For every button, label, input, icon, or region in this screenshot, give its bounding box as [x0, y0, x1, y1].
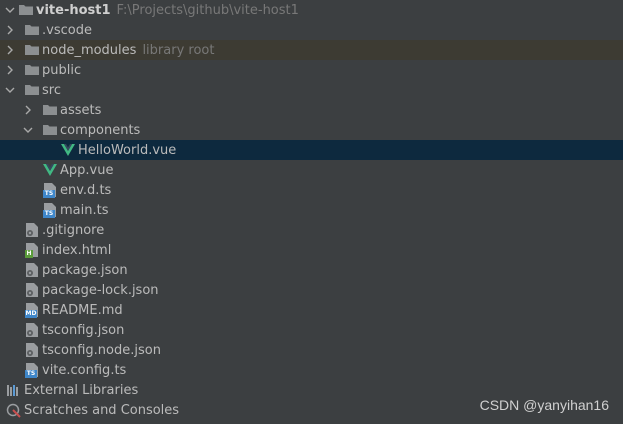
tree-row-vscode[interactable]: .vscode	[0, 20, 623, 40]
folder-icon	[24, 62, 40, 78]
tree-row-app-vue[interactable]: App.vue	[0, 160, 623, 180]
config-file-icon	[24, 282, 40, 298]
folder-label: .vscode	[42, 22, 92, 38]
library-root-hint: library root	[142, 42, 215, 58]
tree-row-gitignore[interactable]: .gitignore	[0, 220, 623, 240]
tree-row-assets[interactable]: assets	[0, 100, 623, 120]
typescript-file-icon: TS	[24, 362, 40, 378]
config-file-icon	[24, 262, 40, 278]
tree-row-main-ts[interactable]: TS main.ts	[0, 200, 623, 220]
folder-icon	[24, 82, 40, 98]
tree-row-helloworld-vue[interactable]: HelloWorld.vue	[0, 140, 623, 160]
file-label: main.ts	[60, 202, 109, 218]
file-label: .gitignore	[42, 222, 105, 238]
scratches-icon	[6, 402, 22, 418]
file-label: tsconfig.node.json	[42, 342, 161, 358]
library-icon	[6, 382, 22, 398]
folder-label: src	[42, 82, 61, 98]
file-label: package-lock.json	[42, 282, 159, 298]
external-libraries-label: External Libraries	[24, 382, 139, 398]
tree-row-package-lock-json[interactable]: package-lock.json	[0, 280, 623, 300]
tree-row-vite-config-ts[interactable]: TS vite.config.ts	[0, 360, 623, 380]
file-label: README.md	[42, 302, 123, 318]
folder-icon	[18, 2, 34, 18]
project-path: F:\Projects\github\vite-host1	[116, 2, 299, 18]
config-file-icon	[24, 222, 40, 238]
file-label: tsconfig.json	[42, 322, 125, 338]
folder-icon	[42, 122, 58, 138]
chevron-down-icon[interactable]	[2, 80, 18, 100]
tree-row-env-d-ts[interactable]: TS env.d.ts	[0, 180, 623, 200]
folder-label: components	[60, 122, 141, 138]
tree-row-index-html[interactable]: H index.html	[0, 240, 623, 260]
chevron-right-icon[interactable]	[2, 60, 18, 80]
tree-row-tsconfig-node-json[interactable]: tsconfig.node.json	[0, 340, 623, 360]
tree-row-public[interactable]: public	[0, 60, 623, 80]
project-name: vite-host1	[36, 2, 111, 18]
typescript-file-icon: TS	[42, 202, 58, 218]
vue-icon	[42, 162, 58, 178]
folder-label: assets	[60, 102, 102, 118]
tree-row-src[interactable]: src	[0, 80, 623, 100]
tree-row-node-modules[interactable]: node_modules library root	[0, 40, 623, 60]
config-file-icon	[24, 322, 40, 338]
chevron-right-icon[interactable]	[2, 40, 18, 60]
typescript-file-icon: TS	[42, 182, 58, 198]
tree-row-readme-md[interactable]: MD README.md	[0, 300, 623, 320]
file-label: vite.config.ts	[42, 362, 127, 378]
file-label: package.json	[42, 262, 128, 278]
chevron-down-icon[interactable]	[2, 0, 18, 20]
tree-row-package-json[interactable]: package.json	[0, 260, 623, 280]
html-file-icon: H	[24, 242, 40, 258]
chevron-right-icon[interactable]	[20, 100, 36, 120]
chevron-down-icon[interactable]	[20, 120, 36, 140]
vue-icon	[60, 142, 76, 158]
file-label: HelloWorld.vue	[78, 142, 177, 158]
scratches-label: Scratches and Consoles	[24, 402, 180, 418]
tree-row-project-root[interactable]: vite-host1 F:\Projects\github\vite-host1	[0, 0, 623, 20]
folder-label: public	[42, 62, 82, 78]
markdown-file-icon: MD	[24, 302, 40, 318]
folder-icon	[24, 42, 40, 58]
watermark: CSDN @yanyihan16	[479, 397, 609, 413]
tree-row-tsconfig-json[interactable]: tsconfig.json	[0, 320, 623, 340]
folder-icon	[24, 22, 40, 38]
config-file-icon	[24, 342, 40, 358]
file-label: index.html	[42, 242, 112, 258]
chevron-right-icon[interactable]	[2, 20, 18, 40]
file-label: App.vue	[60, 162, 114, 178]
file-label: env.d.ts	[60, 182, 112, 198]
tree-row-components[interactable]: components	[0, 120, 623, 140]
folder-label: node_modules	[42, 42, 137, 58]
folder-icon	[42, 102, 58, 118]
